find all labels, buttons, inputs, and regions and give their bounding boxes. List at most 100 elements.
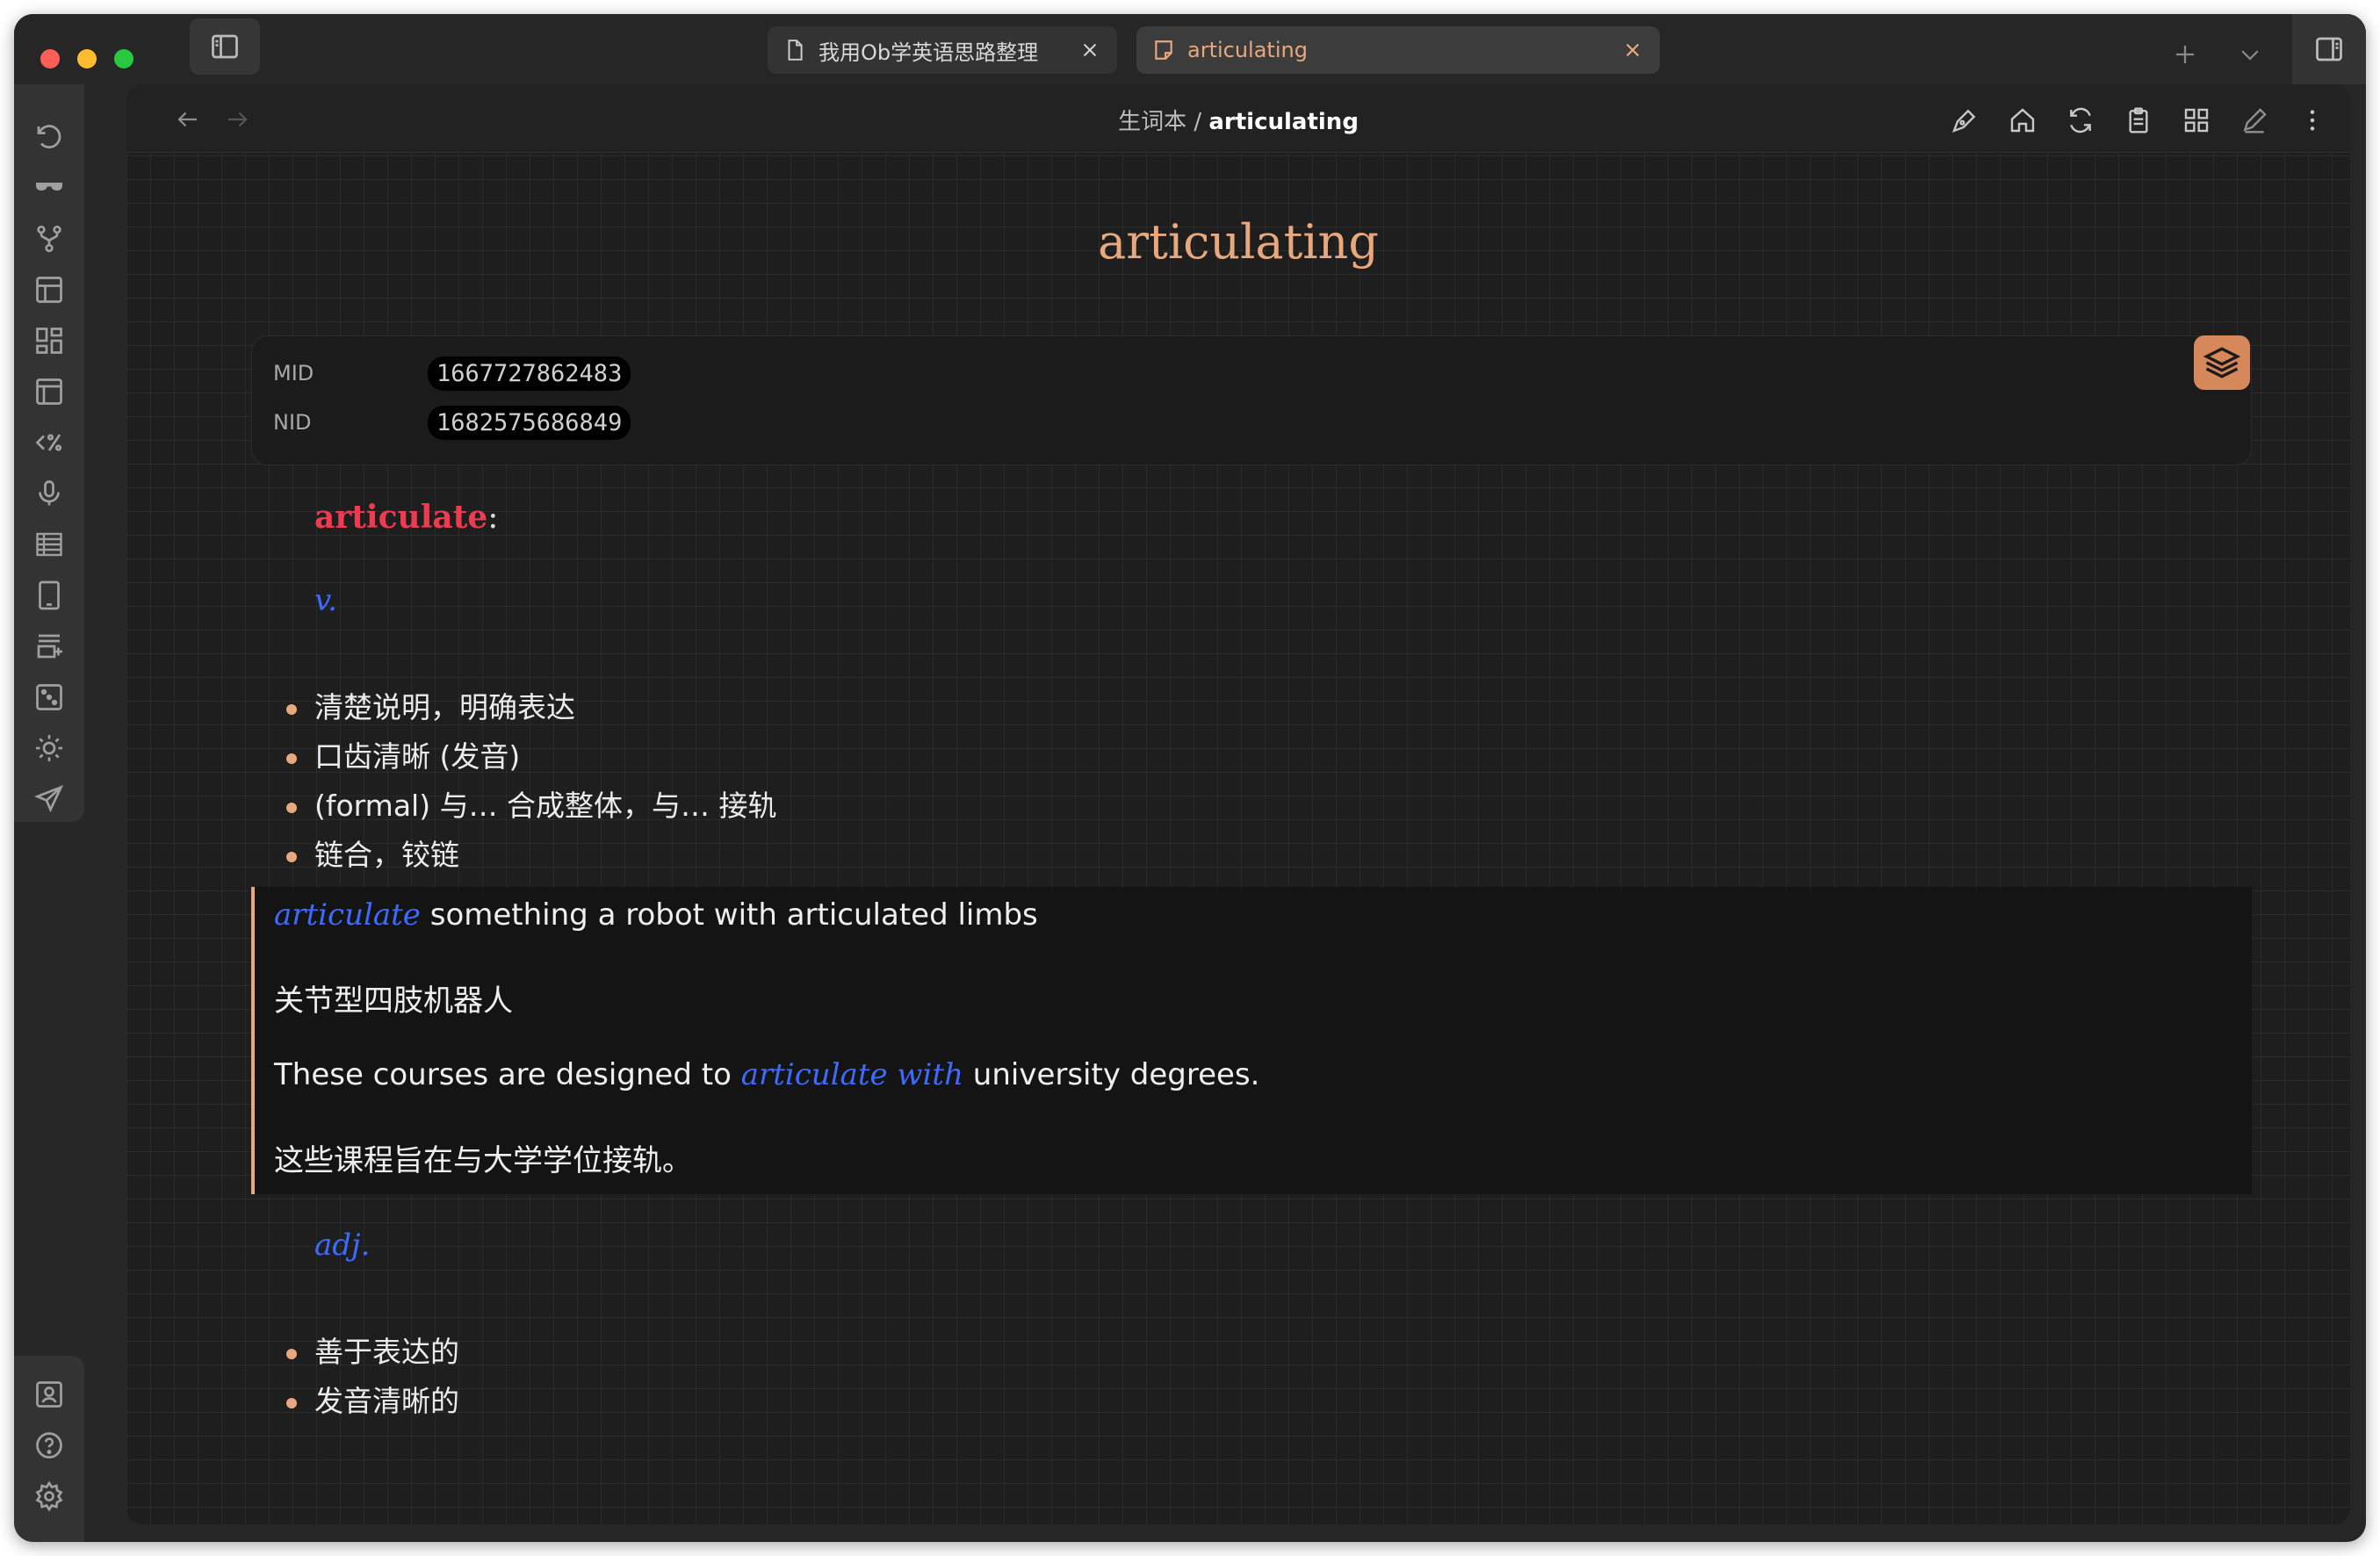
example-line-4: 这些课程旨在与大学学位接轨。 [274,1143,692,1178]
grid-icon [2184,108,2209,133]
breadcrumb-folder[interactable]: 生词本 [1118,109,1186,135]
property-row[interactable]: NID 1682575686849 [273,405,631,440]
maximize-window-button[interactable] [114,49,133,68]
property-value[interactable]: 1682575686849 [428,405,631,440]
properties-panel: MID 1667727862483 NID 1682575686849 [251,335,2252,465]
tab-articulating[interactable]: articulating [1136,26,1660,74]
pos-verb: v. [314,583,337,618]
edit-icon [2243,108,2267,133]
sidebar-right-icon [2316,37,2342,61]
tab-close-button[interactable] [1621,39,1644,61]
pen-icon [1951,109,1976,133]
clipboard-button[interactable] [2122,104,2155,137]
example-text: university degrees. [963,1057,1260,1092]
ribbon-table[interactable] [32,527,67,562]
more-icon [2310,110,2315,131]
help-icon [36,1432,62,1459]
note-title[interactable]: articulating [126,214,2350,270]
tab-my-ob-english[interactable]: 我用Ob学英语思路整理 [768,26,1117,74]
close-icon [1083,43,1097,57]
close-window-button[interactable] [40,49,60,68]
ribbon-settings[interactable] [32,1479,67,1514]
list-item: 清楚说明，明确表达 [283,683,777,732]
refresh-icon [2070,107,2091,133]
ribbon-microphone[interactable] [32,476,67,511]
home-button[interactable] [2006,104,2039,137]
microphone-icon [39,480,60,506]
list-item: 善于表达的 [283,1328,459,1377]
example-callout: articulate something a robot with articu… [251,887,2252,1194]
property-key: MID [273,361,314,385]
dashboard-icon [36,328,62,354]
headword: articulate: [314,499,498,536]
layers-icon [2203,347,2240,378]
headword-colon: : [487,500,499,536]
ribbon-code-percent[interactable] [32,425,67,460]
ribbon-tablet[interactable] [32,578,67,613]
ribbon-dashboard[interactable] [32,323,67,358]
undo-icon [37,125,61,148]
template-icon [36,378,62,405]
property-key: NID [273,410,312,435]
vault-icon [36,1381,62,1408]
minimize-window-button[interactable] [77,49,97,68]
file-icon [788,40,803,61]
list-item: (formal) 与… 合成整体，与… 接轨 [283,782,777,831]
highlight-term: articulate [274,897,421,933]
ribbon-undo[interactable] [32,119,67,155]
refresh-button[interactable] [2064,104,2097,137]
add-card-icon [37,634,62,659]
more-options-button[interactable] [2296,104,2329,137]
pen-button[interactable] [1948,104,1981,137]
breadcrumb-separator: / [1186,109,1209,135]
ribbon-add-card[interactable] [32,629,67,664]
ribbon-help[interactable] [32,1428,67,1463]
layout-icon [36,277,62,303]
ribbon-graph[interactable] [32,221,67,256]
layers-button[interactable] [2194,335,2250,390]
adjective-definition-list: 善于表达的 发音清晰的 [283,1328,459,1426]
verb-definition-list: 清楚说明，明确表达 口齿清晰 (发音) (formal) 与… 合成整体，与… … [283,683,777,880]
note-view: 生词本 / articulating articulating MID 1667… [126,84,2350,1524]
send-icon [33,785,64,813]
left-sidebar-toggle-button[interactable] [190,18,260,75]
example-line-3: These courses are designed to articulate… [274,1057,1259,1092]
list-item: 发音清晰的 [283,1377,459,1426]
app-window: 我用Ob学英语思路整理 articulating 生词本 / articulat… [14,14,2366,1542]
property-row[interactable]: MID 1667727862483 [273,356,631,391]
ribbon-template[interactable] [32,374,67,409]
ribbon-theme[interactable] [32,731,67,766]
title-bar: 我用Ob学英语思路整理 articulating [14,14,2366,84]
ribbon-send[interactable] [32,782,67,817]
ribbon-sunglasses[interactable] [32,170,67,205]
pos-adjective: adj. [314,1228,371,1263]
example-line-2: 关节型四肢机器人 [274,983,513,1019]
highlight-term: articulate with [740,1057,963,1092]
tab-close-button[interactable] [1078,39,1101,61]
note-icon [1155,40,1172,60]
left-ribbon-bottom [14,1356,84,1542]
sun-icon [36,735,62,761]
home-icon [2010,108,2035,133]
ribbon-dice[interactable] [32,680,67,715]
left-ribbon [14,84,84,822]
ribbon-layout[interactable] [32,272,67,307]
breadcrumb-current[interactable]: articulating [1208,109,1359,135]
sunglasses-icon [36,183,62,191]
dice-icon [36,684,62,710]
new-tab-button[interactable] [2167,37,2203,72]
grid-button[interactable] [2180,104,2213,137]
right-sidebar-toggle-button[interactable] [2292,14,2366,84]
settings-icon [35,1480,63,1512]
tablet-icon [39,580,60,610]
close-icon [1626,43,1640,57]
clipboard-icon [2129,107,2148,133]
edit-button[interactable] [2238,104,2271,137]
tab-list-button[interactable] [2232,37,2268,72]
ribbon-vault[interactable] [32,1377,67,1412]
example-text: These courses are designed to [274,1057,741,1092]
chevron-down-icon [2241,50,2259,61]
table-icon [36,532,62,557]
list-item: 口齿清晰 (发音) [283,732,777,782]
property-value[interactable]: 1667727862483 [428,356,631,391]
